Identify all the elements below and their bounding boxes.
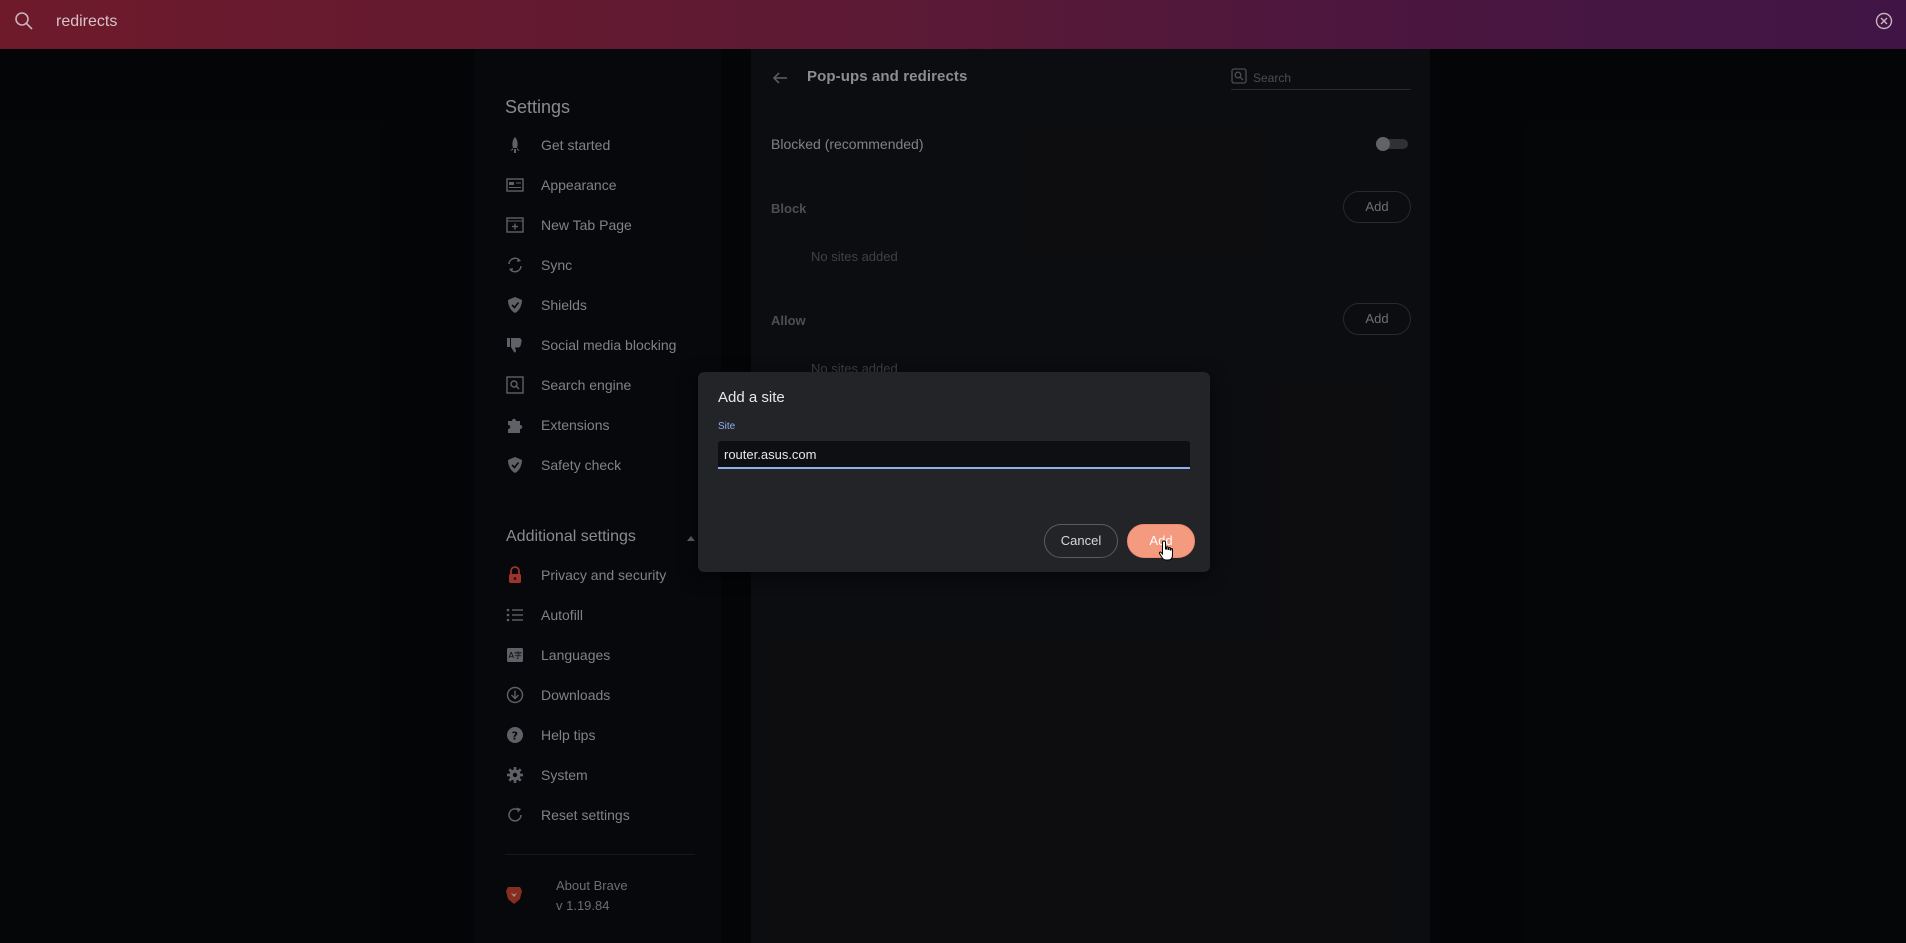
- cancel-button[interactable]: Cancel: [1044, 524, 1118, 558]
- site-input[interactable]: [718, 441, 1190, 469]
- mouse-pointer-icon: [1158, 540, 1173, 561]
- clear-search-icon[interactable]: [1874, 11, 1894, 31]
- search-query-input[interactable]: redirects: [56, 13, 117, 31]
- settings-search-bar: redirects: [0, 0, 1906, 49]
- site-field-label: Site: [718, 421, 736, 432]
- add-site-dialog: Add a site Site Cancel Add: [698, 372, 1210, 572]
- search-icon: [15, 12, 33, 30]
- dialog-title: Add a site: [718, 389, 785, 406]
